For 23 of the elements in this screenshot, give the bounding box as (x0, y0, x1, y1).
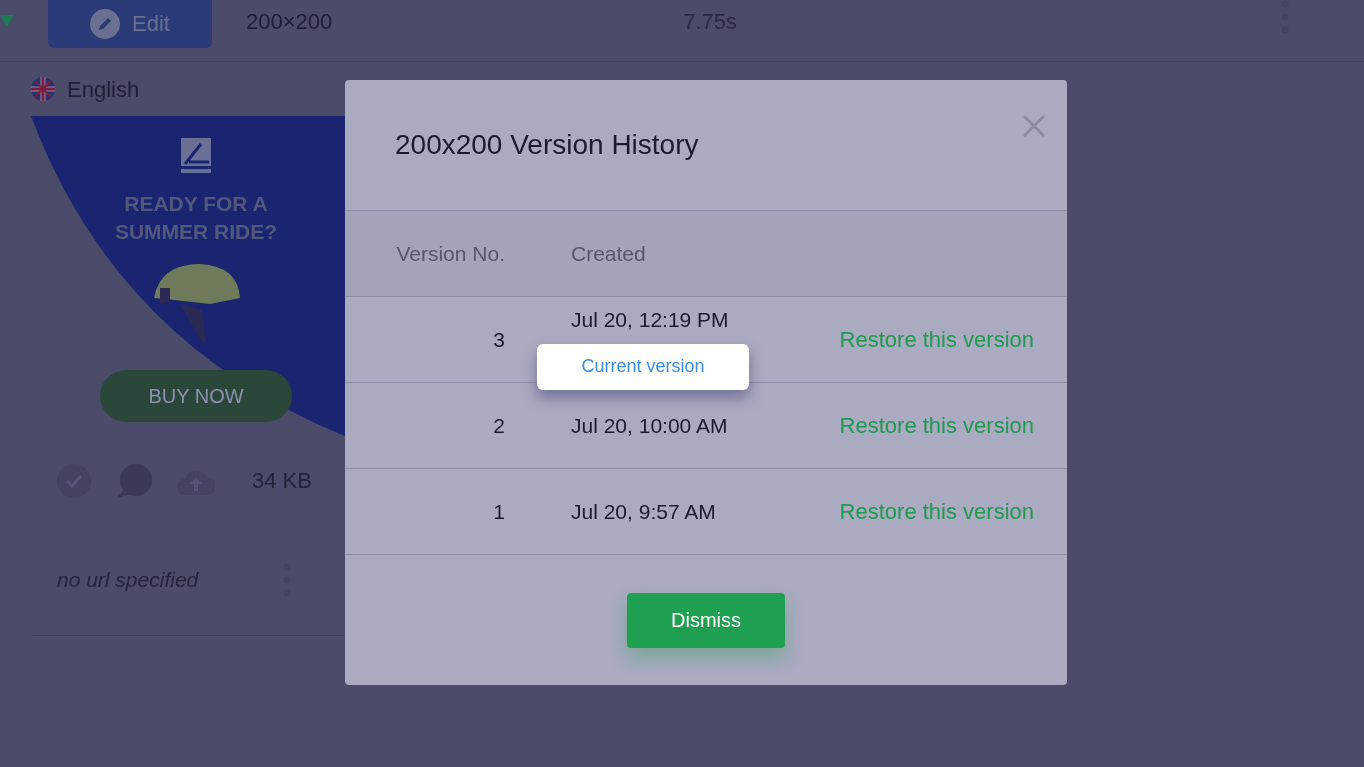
dismiss-button[interactable]: Dismiss (627, 592, 785, 648)
version-number: 2 (492, 412, 505, 439)
collapse-triangle-icon[interactable] (0, 14, 14, 27)
version-number: 1 (492, 498, 505, 525)
restore-version-link[interactable]: Restore this version (839, 409, 1034, 442)
ad-headline: READY FOR A SUMMER RIDE? (113, 191, 279, 245)
uk-flag-icon (31, 77, 55, 101)
created-date: Jul 20, 12:19 PM (571, 306, 730, 333)
check-circle-icon (57, 463, 91, 498)
restore-version-link[interactable]: Restore this version (839, 323, 1034, 356)
created-date: Jul 20, 9:57 AM (571, 498, 717, 525)
close-icon[interactable] (1023, 115, 1045, 137)
current-version-tag: Current version (537, 343, 749, 390)
logo-icon (181, 138, 211, 174)
pencil-icon (90, 8, 121, 39)
created-date: Jul 20, 10:00 AM (571, 412, 729, 439)
edit-button[interactable]: Edit (48, 0, 212, 48)
column-header: Created (571, 240, 646, 267)
restore-version-link[interactable]: Restore this version (839, 495, 1034, 528)
column-header: Version No. (395, 240, 505, 267)
version-number: 3 (492, 326, 505, 353)
dialog-title: 200x200 Version History (395, 128, 699, 162)
buy-now-button[interactable]: BUY NOW (100, 370, 292, 422)
